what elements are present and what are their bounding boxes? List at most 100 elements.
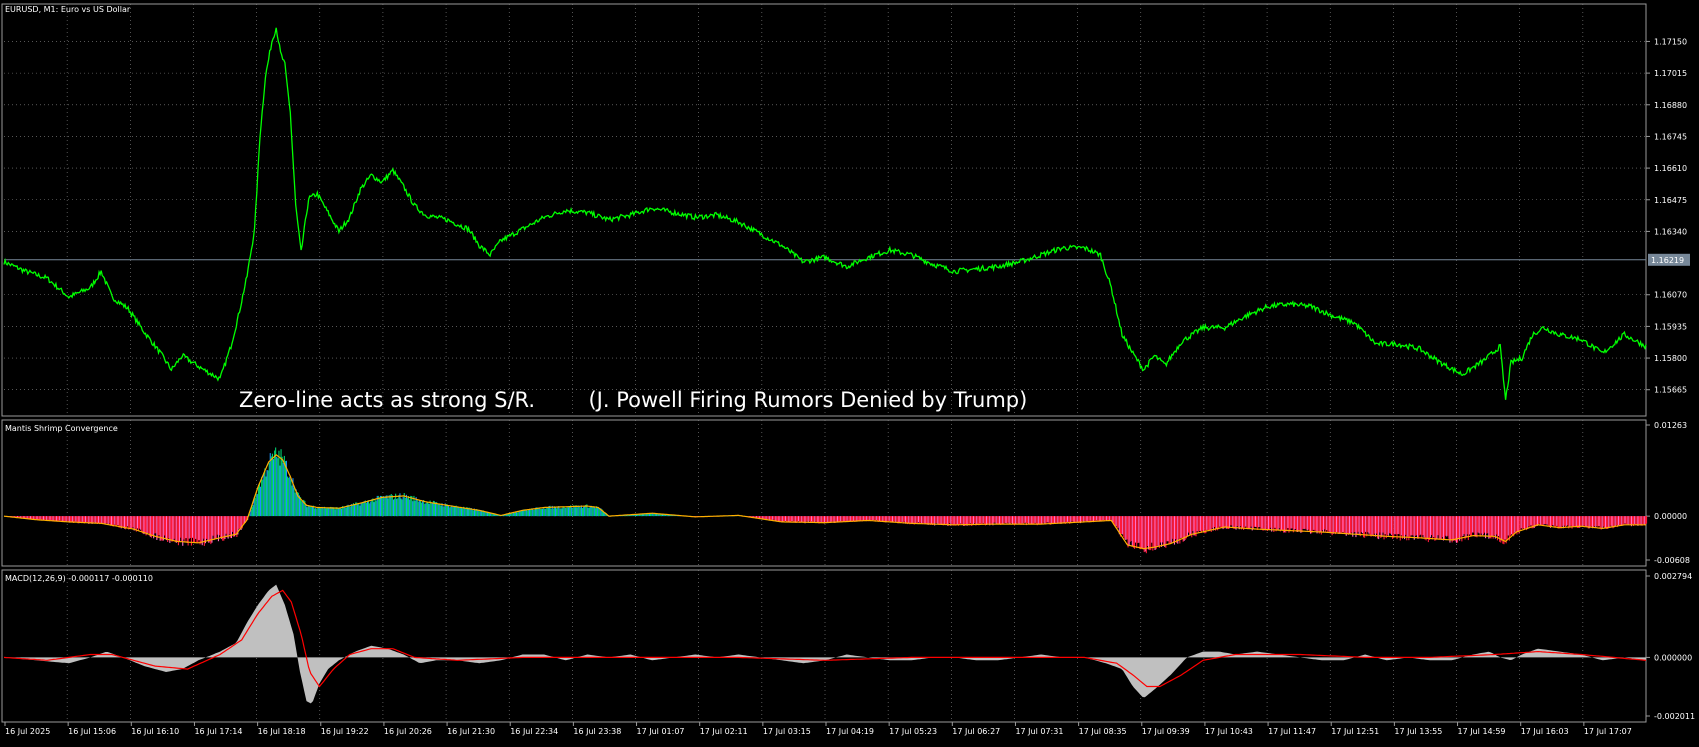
msc-bar: [993, 516, 995, 523]
msc-bar: [1344, 516, 1346, 534]
msc-bar: [226, 516, 228, 538]
msc-bar: [552, 508, 554, 517]
msc-bar: [331, 507, 333, 517]
msc-bar: [829, 516, 831, 523]
msc-bar: [1600, 516, 1602, 530]
msc-bar: [1493, 516, 1495, 536]
msc-bar: [988, 516, 990, 524]
msc-bar: [1245, 516, 1247, 527]
msc-bar: [1296, 516, 1298, 532]
chart-canvas[interactable]: EURUSD, M1: Euro vs US Dollar 1.17150 1.1…: [0, 0, 1699, 743]
msc-bar: [1016, 516, 1018, 525]
msc-bar: [817, 516, 819, 522]
msc-bar: [1479, 516, 1481, 537]
msc-bar: [225, 516, 227, 534]
msc-bar: [1292, 516, 1294, 533]
msc-bar: [1142, 516, 1144, 550]
msc-bar: [1471, 516, 1473, 536]
msc-bar: [1044, 516, 1046, 524]
msc-bar: [1192, 516, 1194, 531]
msc-bar: [1143, 516, 1145, 553]
msc-bar: [1542, 516, 1544, 525]
msc-bar: [383, 496, 385, 517]
msc-bar: [1099, 516, 1101, 521]
msc-bar: [1371, 516, 1373, 535]
msc-bar: [1374, 516, 1376, 537]
msc-bar: [456, 507, 458, 517]
msc-bar: [1463, 516, 1465, 535]
msc-bar: [453, 506, 455, 517]
msc-bar: [1131, 516, 1133, 547]
msc-bar: [1462, 516, 1464, 536]
msc-bar: [1402, 516, 1404, 537]
msc-bar: [1426, 516, 1428, 538]
msc-bar: [1082, 516, 1084, 522]
msc-bar: [215, 516, 217, 539]
msc-bar: [117, 516, 119, 525]
msc-bar: [1401, 516, 1403, 539]
msc-bar: [1095, 516, 1097, 521]
msc-bar: [1212, 516, 1214, 531]
msc-bar: [1236, 516, 1238, 526]
msc-bar: [1208, 516, 1210, 532]
time-label: 17 Jul 06:27: [952, 727, 1000, 736]
msc-bar: [1167, 516, 1169, 542]
msc-bar: [1382, 516, 1384, 533]
msc-bar: [293, 487, 295, 517]
msc-bar: [1317, 516, 1319, 532]
msc-bar: [1126, 516, 1128, 540]
msc-bar: [1343, 516, 1345, 534]
msc-bar: [1360, 516, 1362, 533]
msc-bar: [1572, 516, 1574, 527]
msc-bar: [173, 516, 175, 539]
msc-bar: [545, 508, 547, 517]
msc-bar: [1076, 516, 1078, 522]
msc-bar: [82, 516, 84, 523]
msc-bar: [1547, 516, 1549, 526]
msc-bar: [1561, 516, 1563, 526]
msc-bar: [488, 512, 490, 517]
msc-bar: [64, 516, 66, 522]
msc-bar: [556, 508, 558, 517]
trading-chart-window[interactable]: EURUSD, M1: Euro vs US Dollar 1.17150 1.1…: [0, 0, 1699, 743]
msc-bar: [155, 516, 157, 534]
msc-bar: [1594, 516, 1596, 527]
msc-bar: [76, 516, 78, 523]
msc-bar: [840, 516, 842, 522]
msc-bar: [90, 516, 92, 523]
msc-bar: [1556, 516, 1558, 526]
msc-bar: [1472, 516, 1474, 533]
msc-bar: [1454, 516, 1456, 542]
msc-bar: [1224, 516, 1226, 528]
msc-bar: [204, 516, 206, 544]
msc-bar: [807, 516, 809, 523]
msc-bar: [919, 516, 921, 524]
msc-bar: [1084, 516, 1086, 522]
msc-bar: [1636, 516, 1638, 525]
msc-bar: [1575, 516, 1577, 528]
msc-bar: [889, 516, 891, 523]
msc-bar: [1062, 516, 1064, 524]
msc-bar: [1635, 516, 1637, 525]
msc-bar: [1444, 516, 1446, 540]
msc-bar: [946, 516, 948, 525]
msc-bar: [994, 516, 996, 523]
msc-bar: [1514, 516, 1516, 533]
msc-bar: [1574, 516, 1576, 527]
msc-bar: [261, 476, 263, 517]
msc-bar: [527, 509, 529, 517]
msc-bar: [214, 516, 216, 539]
msc-bar: [1196, 516, 1198, 532]
msc-bar: [1357, 516, 1359, 532]
msc-bar: [983, 516, 985, 524]
msc-bar: [1358, 516, 1360, 535]
msc-bar: [1439, 516, 1441, 539]
msc-bar: [158, 516, 160, 535]
msc-bar: [594, 508, 596, 517]
msc-bar: [1419, 516, 1421, 536]
msc-bar: [879, 516, 881, 522]
msc-bar: [1603, 516, 1605, 529]
msc-bar: [1324, 516, 1326, 530]
msc-bar: [559, 508, 561, 517]
msc-bar: [1203, 516, 1205, 533]
